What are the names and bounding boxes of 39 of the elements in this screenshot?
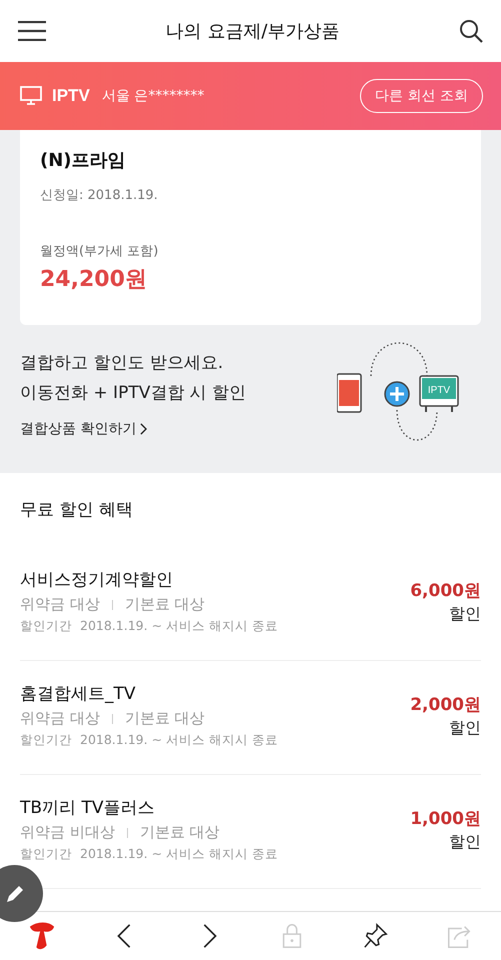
discount-amount: 1,000원	[410, 808, 481, 830]
discount-name: 홈결합세트_TV	[20, 683, 137, 705]
discount-condition: 기본료 대상	[124, 709, 205, 728]
discount-condition: 기본료 대상	[140, 823, 220, 842]
phone-tv-drawing: IPTV	[337, 338, 467, 448]
period-value: 2018.1.19. ~ 서비스 해지시 종료	[80, 846, 278, 863]
discount-condition: 위약금 비대상	[20, 823, 115, 842]
plan-name: (N)프라임	[40, 149, 127, 172]
discount-name: 서비스정기계약할인	[20, 569, 174, 591]
period-label: 할인기간	[20, 846, 72, 863]
period-value: 2018.1.19. ~ 서비스 해지시 종료	[80, 618, 278, 635]
discount-unit: 할인	[448, 718, 481, 738]
discount-amount: 6,000원	[410, 580, 481, 602]
promo-text: 결합하고 할인도 받으세요.	[20, 352, 224, 375]
period-value: 2018.1.19. ~ 서비스 해지시 종료	[80, 732, 278, 749]
discount-unit: 할인	[448, 832, 481, 852]
chevron-right-icon	[140, 423, 148, 435]
period-label: 할인기간	[20, 618, 72, 635]
discount-amount: 2,000원	[410, 694, 481, 716]
discount-condition: 위약금 대상	[20, 595, 100, 614]
discount-name: TB끼리 TV플러스	[20, 797, 156, 819]
promo-text: 이동전화 + IPTV결합 시 할인	[20, 382, 246, 405]
period-label: 할인기간	[20, 732, 72, 749]
discount-unit: 할인	[448, 604, 481, 624]
logo-icon[interactable]	[28, 921, 56, 951]
section-title: 무료 할인 혜택	[20, 499, 134, 522]
search-icon[interactable]	[458, 19, 483, 43]
monthly-fee: 24,200원	[40, 266, 148, 294]
monitor-icon	[20, 86, 42, 106]
page-title: 나의 요금제/부가상품	[166, 20, 340, 43]
bundle-link[interactable]: 결합상품 확인하기	[20, 420, 246, 438]
discount-condition: 기본료 대상	[124, 595, 205, 614]
signup-date: 신청일: 2018.1.19.	[40, 187, 159, 204]
menu-icon[interactable]	[18, 21, 46, 41]
service-name: IPTV	[52, 86, 90, 106]
fee-label: 월정액(부가세 포함)	[40, 243, 160, 260]
discount-condition: 위약금 대상	[20, 709, 100, 728]
edit-button[interactable]	[0, 865, 43, 922]
line-name: 서울 은********	[102, 87, 206, 105]
